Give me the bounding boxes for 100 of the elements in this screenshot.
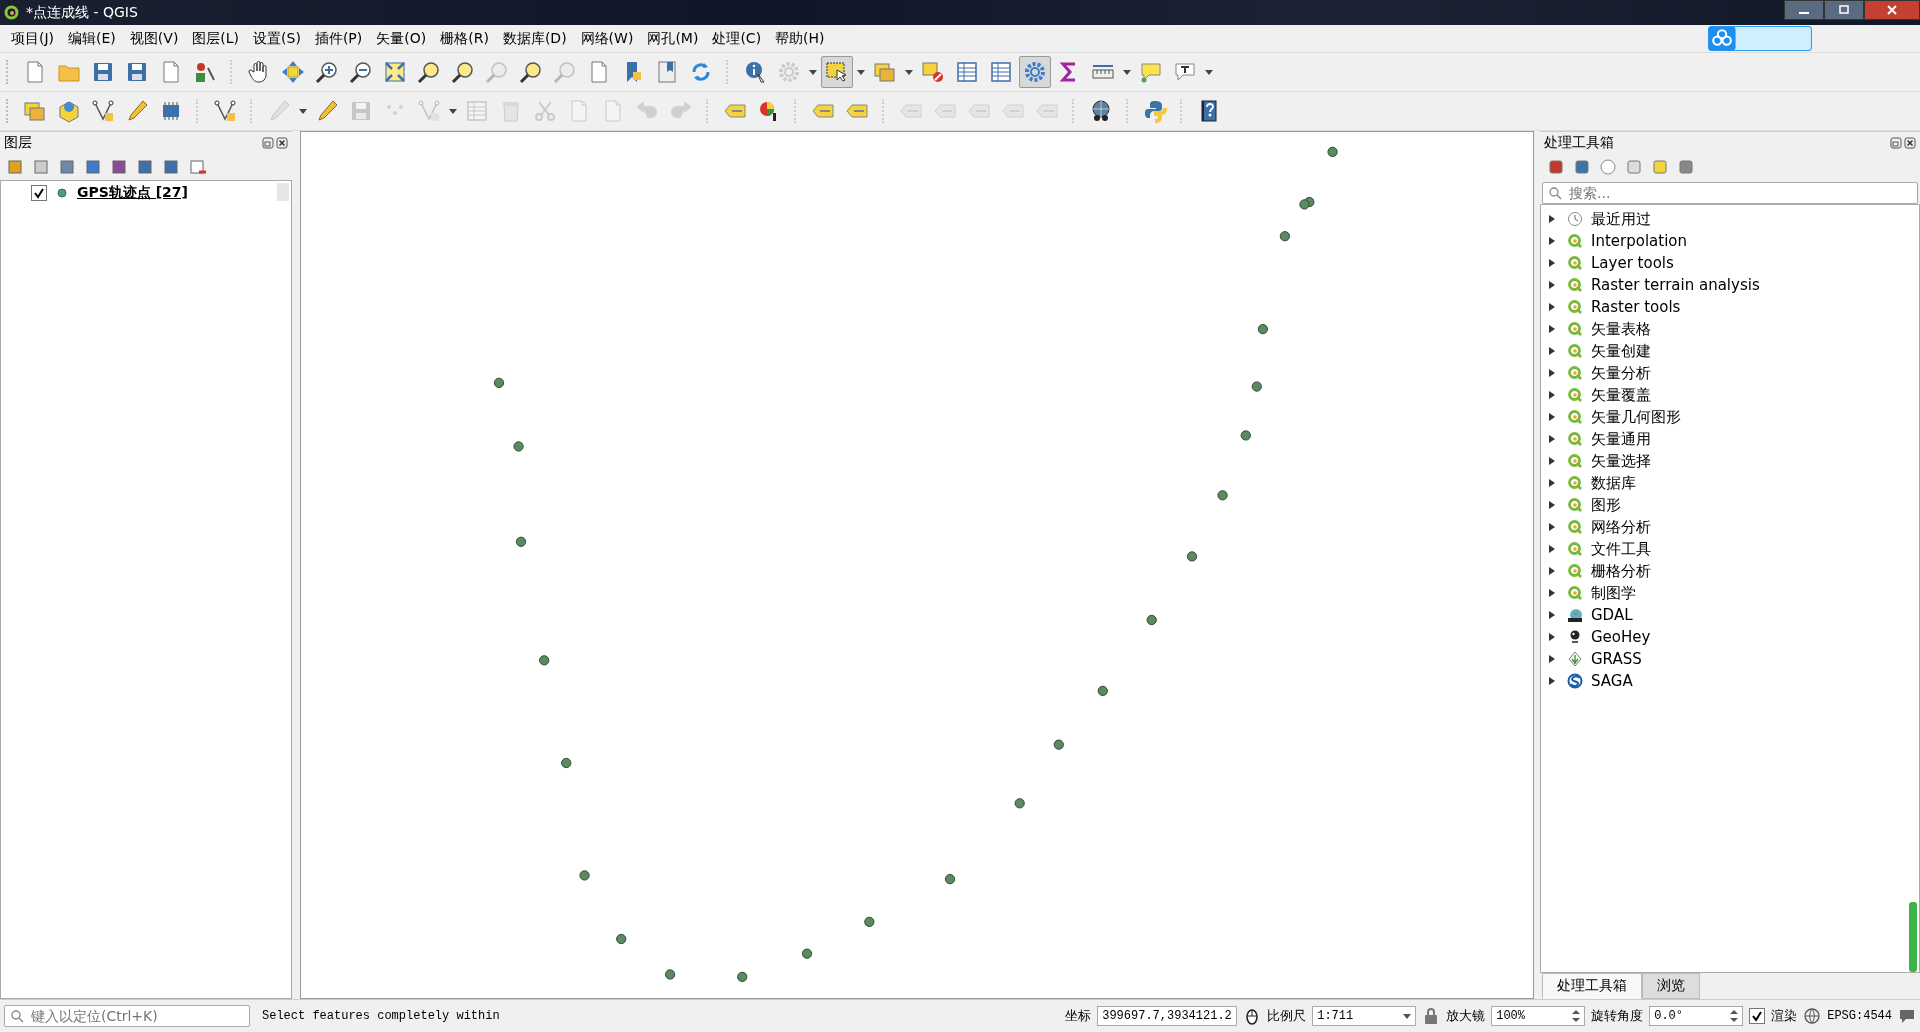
expand-arrow-icon[interactable] <box>1549 325 1555 333</box>
toolbox-group[interactable]: 矢量通用 <box>1591 429 1651 449</box>
caret-icon[interactable] <box>905 69 913 75</box>
toolbox-group[interactable]: Layer tools <box>1591 254 1674 272</box>
close-button[interactable] <box>1864 0 1920 20</box>
render-checkbox[interactable] <box>1749 1008 1766 1024</box>
settings-icon[interactable] <box>1019 56 1051 88</box>
toolbox-group[interactable]: 数据库 <box>1591 473 1636 493</box>
menu-item[interactable]: 网络(W) <box>573 29 641 48</box>
toolbox-group[interactable]: 矢量选择 <box>1591 451 1651 471</box>
toolbox-group[interactable]: Interpolation <box>1591 232 1687 250</box>
menu-item[interactable]: 网孔(M) <box>640 29 706 48</box>
caret-icon[interactable] <box>299 108 307 114</box>
expand-arrow-icon[interactable] <box>1549 413 1555 421</box>
float-panel-icon[interactable] <box>262 137 274 149</box>
expand-arrow-icon[interactable] <box>1549 545 1555 553</box>
message-bubble-icon[interactable] <box>1898 1007 1916 1025</box>
menu-item[interactable]: 图层(L) <box>185 29 247 48</box>
expand-arrow-icon[interactable] <box>1549 391 1555 399</box>
toolbox-group[interactable]: 网络分析 <box>1591 517 1651 537</box>
menu-item[interactable]: 帮助(H) <box>768 29 832 48</box>
expand-arrow-icon[interactable] <box>1549 611 1555 619</box>
menu-item[interactable]: 设置(S) <box>246 29 308 48</box>
toolbox-group[interactable]: 文件工具 <box>1591 539 1651 559</box>
expand-arrow-icon[interactable] <box>1549 523 1555 531</box>
expand-arrow-icon[interactable] <box>1549 259 1555 267</box>
toolbox-group[interactable]: 矢量覆盖 <box>1591 385 1651 405</box>
caret-icon[interactable] <box>809 69 817 75</box>
toolbox-group[interactable]: 最近用过 <box>1591 209 1651 229</box>
expand-arrow-icon[interactable] <box>1549 589 1555 597</box>
coordinate-field[interactable]: 399697.7,3934121.2 <box>1097 1006 1238 1026</box>
toolbox-group[interactable]: Raster terrain analysis <box>1591 276 1760 294</box>
toolbox-group[interactable]: 矢量表格 <box>1591 319 1651 339</box>
qgis-logo-icon <box>1567 519 1583 535</box>
select-icon[interactable] <box>821 56 853 88</box>
qgis-logo-icon <box>1567 365 1583 381</box>
scrollbar-handle[interactable] <box>1909 902 1917 972</box>
locator-field[interactable]: 键入以定位(Ctrl+K) <box>4 1005 250 1027</box>
layer-name[interactable]: GPS轨迹点 [27] <box>77 184 188 202</box>
caret-icon[interactable] <box>449 108 457 114</box>
panel-tab[interactable]: 处理工具箱 <box>1542 973 1642 999</box>
caret-icon[interactable] <box>1403 1013 1412 1019</box>
caret-icon[interactable] <box>1123 69 1131 75</box>
float-panel-icon[interactable] <box>1890 137 1902 149</box>
toolbox-group[interactable]: 图形 <box>1591 495 1621 515</box>
caret-icon[interactable] <box>1205 69 1213 75</box>
toolbox-group[interactable]: 栅格分析 <box>1591 561 1651 581</box>
expand-arrow-icon[interactable] <box>1549 369 1555 377</box>
close-icon[interactable] <box>1904 137 1916 149</box>
panel-tab[interactable]: 浏览 <box>1642 973 1700 999</box>
qgis-logo-icon <box>1567 277 1583 293</box>
expand-arrow-icon[interactable] <box>1549 655 1555 663</box>
scale-dropdown[interactable]: 1:711 <box>1312 1006 1417 1026</box>
expand-arrow-icon[interactable] <box>1549 281 1555 289</box>
expand-arrow-icon[interactable] <box>1549 633 1555 641</box>
search-field[interactable]: 搜索... <box>1542 182 1918 204</box>
close-icon[interactable] <box>276 137 288 149</box>
layer-checkbox[interactable] <box>31 185 47 201</box>
crs-label[interactable]: EPSG:4544 <box>1827 1009 1892 1023</box>
expand-arrow-icon[interactable] <box>1549 567 1555 575</box>
expand-arrow-icon[interactable] <box>1549 501 1555 509</box>
expand-arrow-icon[interactable] <box>1549 435 1555 443</box>
expand-arrow-icon[interactable] <box>1549 677 1555 685</box>
magnifier-spinbox[interactable]: 100% <box>1491 1006 1586 1026</box>
point-marker <box>864 916 875 927</box>
spin-arrows-icon[interactable] <box>1730 1009 1739 1023</box>
search-icon <box>1548 186 1562 200</box>
expand-arrow-icon[interactable] <box>1549 237 1555 245</box>
expand-arrow-icon[interactable] <box>1549 479 1555 487</box>
toolbox-group[interactable]: 矢量分析 <box>1591 363 1651 383</box>
rotation-spinbox[interactable]: 0.0° <box>1649 1006 1744 1026</box>
caret-icon[interactable] <box>857 69 865 75</box>
toolbox-group[interactable]: SAGA <box>1591 672 1633 690</box>
menu-item[interactable]: 栅格(R) <box>433 29 496 48</box>
globe-icon[interactable] <box>1803 1007 1822 1025</box>
toolbox-group[interactable]: GeoHey <box>1591 628 1651 646</box>
point-marker <box>561 757 572 769</box>
toolbox-group[interactable]: GRASS <box>1591 650 1642 668</box>
menu-item[interactable]: 处理(C) <box>705 29 769 48</box>
expand-arrow-icon[interactable] <box>1549 457 1555 465</box>
maximize-button[interactable] <box>1824 0 1864 20</box>
minimize-button[interactable] <box>1784 0 1824 20</box>
expand-arrow-icon[interactable] <box>1549 347 1555 355</box>
point-symbol-icon <box>57 188 67 198</box>
scrollbar-handle[interactable] <box>277 183 289 201</box>
menu-item[interactable]: 项目(J) <box>4 29 62 48</box>
toolbox-group[interactable]: 矢量创建 <box>1591 341 1651 361</box>
menu-item[interactable]: 插件(P) <box>307 29 370 48</box>
cloud-badge-icon[interactable] <box>1708 26 1812 51</box>
toolbox-group[interactable]: Raster tools <box>1591 298 1681 316</box>
menu-item[interactable]: 编辑(E) <box>61 29 123 48</box>
spin-arrows-icon[interactable] <box>1572 1009 1581 1023</box>
toolbox-group[interactable]: 制图学 <box>1591 583 1636 603</box>
expand-arrow-icon[interactable] <box>1549 303 1555 311</box>
expand-arrow-icon[interactable] <box>1549 215 1555 223</box>
toolbox-group[interactable]: GDAL <box>1591 606 1633 624</box>
menu-item[interactable]: 矢量(O) <box>369 29 434 48</box>
menu-item[interactable]: 数据库(D) <box>495 29 574 48</box>
toolbox-group[interactable]: 矢量几何图形 <box>1591 407 1681 427</box>
menu-item[interactable]: 视图(V) <box>122 29 186 48</box>
